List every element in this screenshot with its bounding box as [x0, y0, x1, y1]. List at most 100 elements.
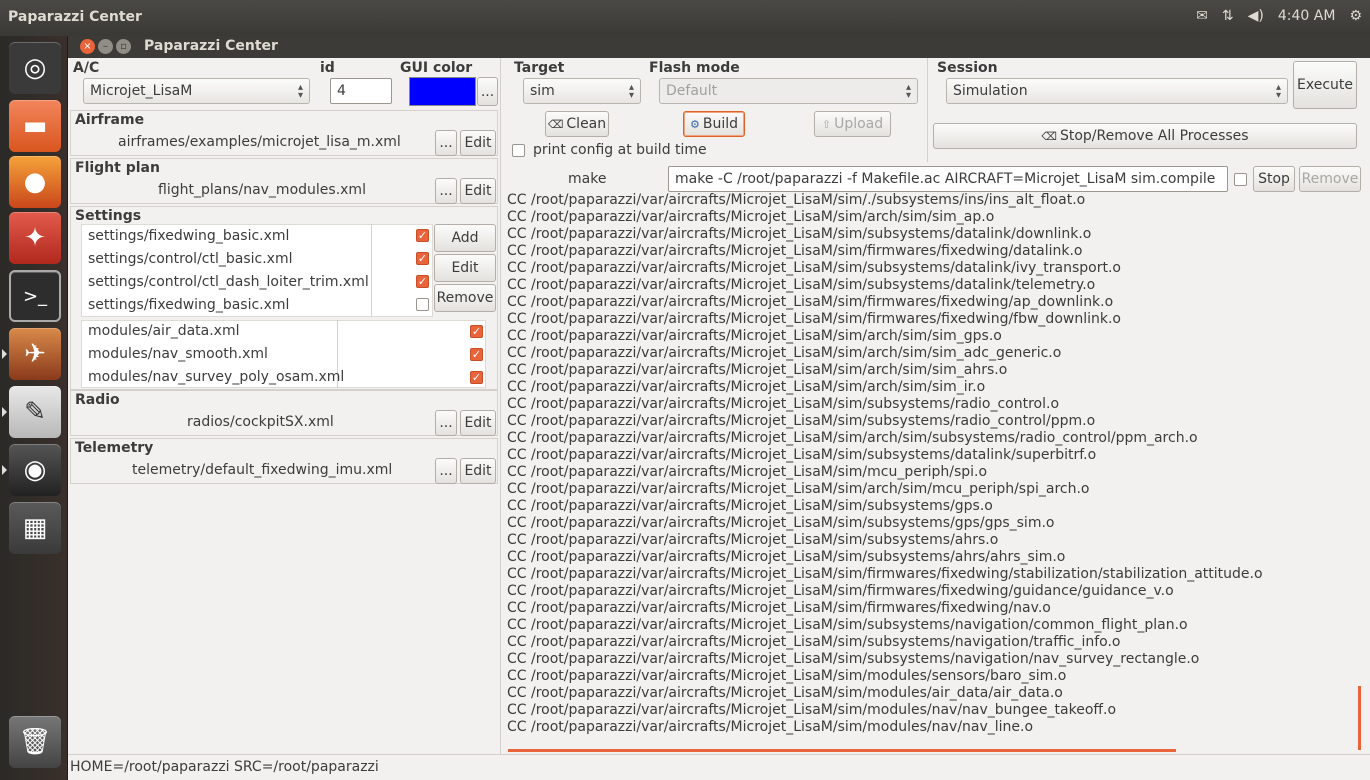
firefox-icon[interactable]: ● — [9, 156, 61, 208]
text-editor-icon[interactable]: ✎ — [2, 386, 61, 438]
log-line: CC /root/paparazzi/var/aircrafts/Microje… — [507, 413, 1096, 429]
radio-browse-button[interactable]: ... — [435, 410, 457, 436]
active-app-title: Paparazzi Center — [8, 9, 142, 25]
radio-label: Radio — [75, 392, 120, 408]
telemetry-label: Telemetry — [75, 440, 154, 456]
stop-remove-all-button[interactable]: ⌫ Stop/Remove All Processes — [933, 123, 1357, 149]
close-icon[interactable]: × — [80, 39, 95, 54]
log-line: CC /root/paparazzi/var/aircrafts/Microje… — [507, 566, 1263, 582]
command-stop-button[interactable]: Stop — [1253, 166, 1295, 192]
ubuntu-dash-icon[interactable]: ◎ — [9, 42, 61, 94]
terminal-icon[interactable]: >_ — [9, 270, 61, 322]
id-input[interactable]: 4 — [330, 78, 392, 104]
log-line: CC /root/paparazzi/var/aircrafts/Microje… — [507, 617, 1188, 633]
disk-icon[interactable]: ◉ — [2, 444, 61, 496]
ac-select[interactable]: Microjet_LisaM ▴ ▾ — [83, 78, 310, 104]
system-tray: ✉ ⇅ ◀) 4:40 AM ⚙ — [1196, 8, 1362, 24]
module-item-checkbox[interactable]: ✓ — [470, 325, 483, 338]
module-item[interactable]: modules/air_data.xml — [88, 323, 240, 339]
log-scrollbar[interactable] — [1358, 686, 1361, 750]
status-bar: HOME=/root/paparazzi SRC=/root/paparazzi — [68, 754, 1370, 780]
target-select[interactable]: sim ▴ ▾ — [523, 78, 641, 104]
print-config-checkbox[interactable] — [512, 144, 525, 157]
execute-button[interactable]: Execute — [1293, 61, 1357, 109]
command-label: make — [568, 171, 607, 187]
log-line: CC /root/paparazzi/var/aircrafts/Microje… — [507, 651, 1200, 667]
log-line: CC /root/paparazzi/var/aircrafts/Microje… — [507, 447, 1097, 463]
settings-item-checkbox[interactable]: ✓ — [416, 229, 429, 242]
settings-item[interactable]: settings/control/ctl_dash_loiter_trim.xm… — [88, 274, 369, 290]
telemetry-edit-button[interactable]: Edit — [460, 458, 496, 484]
log-line: CC /root/paparazzi/var/aircrafts/Microje… — [507, 600, 1051, 616]
gui-color-swatch[interactable] — [409, 77, 476, 106]
log-line: CC /root/paparazzi/var/aircrafts/Microje… — [507, 379, 986, 395]
flash-mode-select[interactable]: Default ▴ ▾ — [659, 78, 918, 104]
clean-button[interactable]: ⌫ Clean — [545, 111, 609, 137]
airframe-browse-button[interactable]: ... — [435, 130, 457, 156]
settings-remove-button[interactable]: Remove — [434, 284, 496, 312]
command-input[interactable]: make -C /root/paparazzi -f Makefile.ac A… — [668, 166, 1228, 192]
module-item-checkbox[interactable]: ✓ — [470, 348, 483, 361]
print-config-label: print config at build time — [533, 142, 707, 158]
id-label: id — [320, 60, 335, 76]
log-line: CC /root/paparazzi/var/aircrafts/Microje… — [507, 719, 1034, 735]
upload-icon: ⇧ — [821, 117, 832, 131]
mail-icon[interactable]: ✉ — [1196, 8, 1208, 24]
clock[interactable]: 4:40 AM — [1278, 8, 1336, 24]
settings-item-checkbox[interactable]: ✓ — [416, 252, 429, 265]
module-item[interactable]: modules/nav_survey_poly_osam.xml — [88, 369, 344, 385]
settings-add-button[interactable]: Add — [434, 224, 496, 252]
workspace-switcher-icon[interactable]: ▦ — [9, 502, 61, 554]
settings-edit-button[interactable]: Edit — [434, 254, 496, 282]
log-line: CC /root/paparazzi/var/aircrafts/Microje… — [507, 532, 999, 548]
module-item-checkbox[interactable]: ✓ — [470, 371, 483, 384]
settings-item[interactable]: settings/control/ctl_basic.xml — [88, 251, 292, 267]
settings-item[interactable]: settings/fixedwing_basic.xml — [88, 297, 289, 313]
flight-plan-edit-button[interactable]: Edit — [460, 178, 496, 204]
network-icon[interactable]: ⇅ — [1222, 8, 1234, 24]
log-line: CC /root/paparazzi/var/aircrafts/Microje… — [507, 209, 995, 225]
log-line: CC /root/paparazzi/var/aircrafts/Microje… — [507, 702, 1117, 718]
log-line: CC /root/paparazzi/var/aircrafts/Microje… — [507, 243, 1083, 259]
settings-item-checkbox[interactable]: ✓ — [416, 275, 429, 288]
telemetry-browse-button[interactable]: ... — [435, 458, 457, 484]
paparazzi-icon[interactable]: ✈ — [2, 328, 61, 380]
airframe-label: Airframe — [75, 112, 145, 128]
log-line: CC /root/paparazzi/var/aircrafts/Microje… — [507, 634, 1121, 650]
volume-icon[interactable]: ◀) — [1248, 8, 1264, 24]
build-icon: ⚙ — [689, 117, 700, 131]
gui-color-button[interactable]: ... — [477, 77, 498, 106]
build-button[interactable]: ⚙ Build — [683, 111, 745, 137]
log-line: CC /root/paparazzi/var/aircrafts/Microje… — [507, 498, 993, 514]
log-line: CC /root/paparazzi/var/aircrafts/Microje… — [507, 362, 1008, 378]
stop-icon: ⌫ — [1041, 129, 1057, 143]
log-line: CC /root/paparazzi/var/aircrafts/Microje… — [507, 464, 988, 480]
flight-plan-browse-button[interactable]: ... — [435, 178, 457, 204]
airframe-edit-button[interactable]: Edit — [460, 130, 496, 156]
ac-label: A/C — [73, 60, 100, 76]
log-line: CC /root/paparazzi/var/aircrafts/Microje… — [507, 481, 1090, 497]
log-line: CC /root/paparazzi/var/aircrafts/Microje… — [507, 583, 1174, 599]
maximize-icon[interactable]: ▫ — [116, 39, 131, 54]
gui-color-label: GUI color — [400, 60, 473, 76]
log-line: CC /root/paparazzi/var/aircrafts/Microje… — [507, 396, 1060, 412]
log-line: CC /root/paparazzi/var/aircrafts/Microje… — [507, 260, 1121, 276]
command-remove-button[interactable]: Remove — [1299, 166, 1361, 192]
system-settings-icon[interactable]: ✦ — [9, 212, 61, 264]
build-log[interactable]: CC /root/paparazzi/var/aircrafts/Microje… — [507, 192, 1363, 752]
target-label: Target — [514, 60, 565, 76]
session-select[interactable]: Simulation ▴ ▾ — [946, 78, 1288, 104]
log-line: CC /root/paparazzi/var/aircrafts/Microje… — [507, 328, 1002, 344]
upload-button[interactable]: ⇧ Upload — [814, 111, 891, 137]
settings-icon[interactable]: ⚙ — [1349, 8, 1362, 24]
command-checkbox[interactable] — [1234, 173, 1247, 186]
log-line: CC /root/paparazzi/var/aircrafts/Microje… — [507, 226, 1092, 242]
files-icon[interactable]: ▬ — [9, 100, 61, 152]
minimize-icon[interactable]: – — [98, 39, 113, 54]
radio-edit-button[interactable]: Edit — [460, 410, 496, 436]
module-item[interactable]: modules/nav_smooth.xml — [88, 346, 268, 362]
settings-item[interactable]: settings/fixedwing_basic.xml — [88, 228, 289, 244]
settings-label: Settings — [75, 208, 142, 224]
settings-item-checkbox[interactable] — [416, 298, 429, 311]
trash-icon[interactable]: 🗑 — [9, 716, 61, 768]
